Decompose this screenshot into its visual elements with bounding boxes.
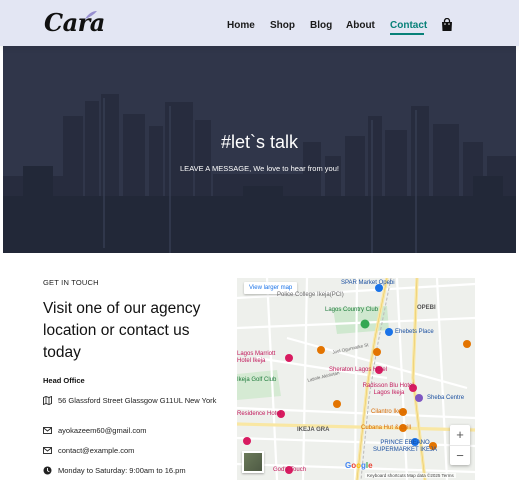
nav-blog[interactable]: Blog xyxy=(310,20,332,31)
nav-shop[interactable]: Shop xyxy=(270,20,295,31)
map-label-cubana[interactable]: Cubana Hut & Grill xyxy=(361,425,411,431)
nav-about[interactable]: About xyxy=(346,20,375,31)
email-primary[interactable]: ayokazeem60@gmail.com xyxy=(58,426,223,436)
map-label-prince-ebeano[interactable]: PRINCE EBEANO SUPERMARKET IKEJA xyxy=(367,440,443,454)
get-in-touch-label: GET IN TOUCH xyxy=(43,278,99,287)
leaf-icon xyxy=(85,11,97,19)
zoom-out-button[interactable]: − xyxy=(450,445,470,465)
embedded-map[interactable]: View larger map SPAR Market Opebi Police… xyxy=(237,278,475,480)
hero-banner: #let`s talk LEAVE A MESSAGE, We love to … xyxy=(3,46,516,253)
nav-active-underline xyxy=(390,33,424,35)
satellite-toggle-thumbnail[interactable] xyxy=(242,451,264,473)
shopping-bag-icon[interactable] xyxy=(441,18,453,32)
site-header: Cara Home Shop Blog About Contact xyxy=(0,0,519,46)
email-secondary[interactable]: contact@example.com xyxy=(58,446,223,456)
map-label-cilantro[interactable]: Cilantro Ikeja xyxy=(371,409,406,415)
map-icon xyxy=(43,396,52,405)
contact-details: GET IN TOUCH Visit one of our agency loc… xyxy=(43,278,223,475)
map-label-opebi: OPEBI xyxy=(417,305,436,311)
google-logo: Google xyxy=(345,461,373,470)
map-label-marriott[interactable]: Lagos Marriott Hotel Ikeja xyxy=(237,351,285,365)
map-label-lagos-country-club[interactable]: Lagos Country Club xyxy=(325,307,378,313)
address-text: 56 Glassford Street Glassgow G11UL New Y… xyxy=(58,396,217,405)
clock-icon xyxy=(43,466,52,475)
map-label-residence-hotel[interactable]: Residence Hotel xyxy=(237,411,281,417)
nav-contact[interactable]: Contact xyxy=(390,20,427,31)
hero-title: #let`s talk xyxy=(220,132,299,152)
contact-heading: Visit one of our agency location or cont… xyxy=(43,300,201,361)
map-zoom-control: + − xyxy=(450,425,470,465)
map-label-ikeja-golf[interactable]: Ikeja Golf Club xyxy=(237,377,276,383)
map-label-ehebets[interactable]: Ehebets Place xyxy=(395,329,434,335)
map-label-ikeja-gra: IKEJA GRA xyxy=(297,427,330,433)
map-label-radisson[interactable]: Radisson Blu Hotel, Lagos Ikeja xyxy=(361,383,417,397)
envelope-icon xyxy=(43,447,52,454)
nav-home[interactable]: Home xyxy=(227,20,255,31)
envelope-icon xyxy=(43,427,52,434)
map-label-police-college[interactable]: Police College Ikeja(PCI) xyxy=(277,292,344,298)
map-label-sheba[interactable]: Sheba Centre xyxy=(427,395,464,401)
hero-subtitle: LEAVE A MESSAGE, We love to hear from yo… xyxy=(180,164,339,173)
map-label-gods-touch[interactable]: God's Touch xyxy=(273,467,306,473)
map-label-spar[interactable]: SPAR Market Opebi xyxy=(341,280,395,286)
head-office-label: Head Office xyxy=(43,376,85,385)
zoom-in-button[interactable]: + xyxy=(450,425,470,445)
map-attribution[interactable]: Keyboard shortcuts Map data ©2025 Terms xyxy=(365,473,456,478)
hours-text: Monday to Saturday: 9:00am to 16.pm xyxy=(58,466,186,475)
